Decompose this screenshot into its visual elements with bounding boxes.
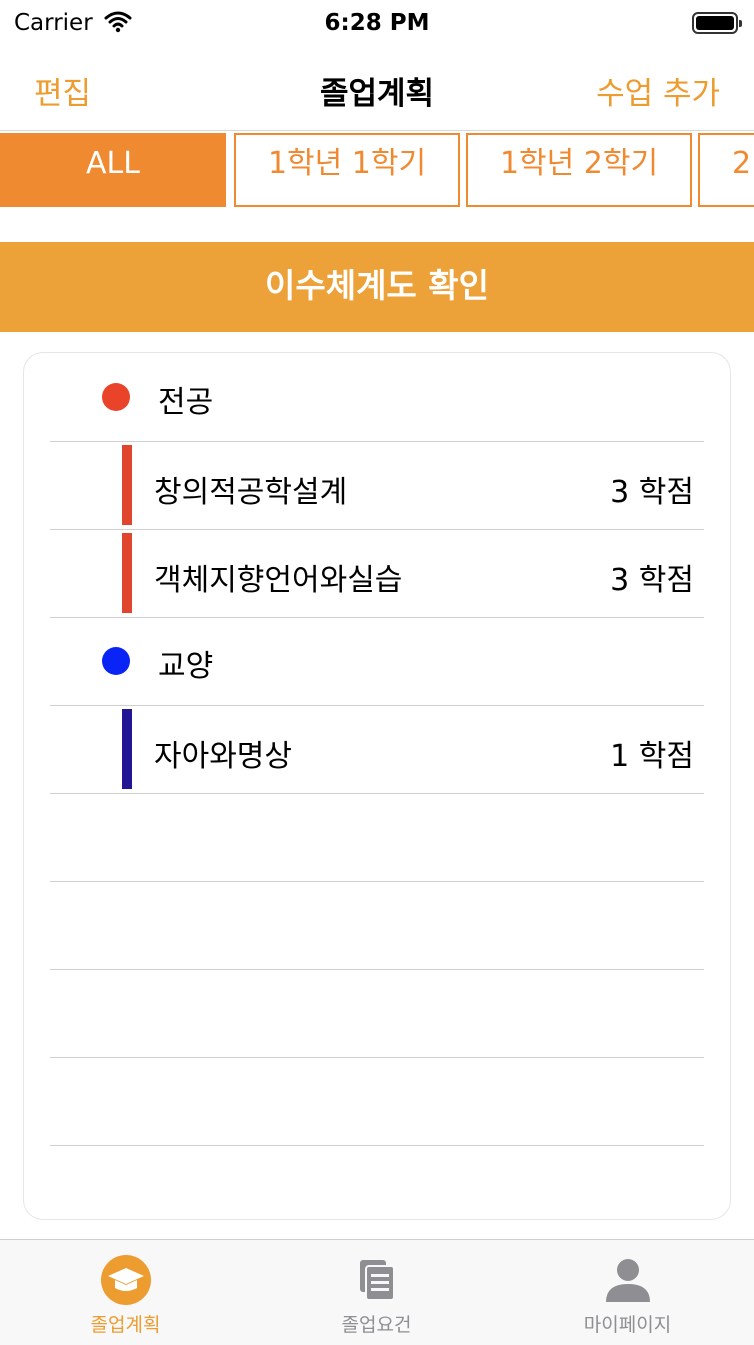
- course-row[interactable]: 창의적공학설계 3 학점: [50, 441, 704, 530]
- course-name: 자아와명상: [154, 739, 292, 774]
- tabbar-item-my-page[interactable]: 마이페이지: [502, 1240, 753, 1345]
- bottom-tab-bar: 졸업계획 졸업요건 마이페이지: [0, 1239, 754, 1345]
- major-dot-icon: [102, 383, 130, 411]
- tab-all[interactable]: ALL: [0, 133, 226, 207]
- semester-tabs: ALL 1학년 1학기 1학년 2학기 2: [0, 130, 754, 209]
- tabbar-label: 졸업요건: [341, 1314, 412, 1336]
- navigation-bar: 편집 졸업계획 수업 추가: [0, 50, 754, 130]
- tabbar-item-graduation-plan[interactable]: 졸업계획: [0, 1240, 251, 1345]
- category-row-general: 교양: [50, 617, 704, 706]
- course-credit: 3 학점: [610, 563, 694, 598]
- category-label-general: 교양: [158, 649, 214, 684]
- tabbar-label: 마이페이지: [583, 1314, 672, 1336]
- tab-year1-sem1[interactable]: 1학년 1학기: [234, 133, 460, 207]
- battery-icon: [692, 12, 742, 34]
- tabbar-label: 졸업계획: [90, 1314, 161, 1336]
- empty-row: [50, 881, 704, 970]
- general-color-bar: [122, 709, 132, 789]
- tab-year1-sem2[interactable]: 1학년 2학기: [466, 133, 692, 207]
- course-row[interactable]: 객체지향언어와실습 3 학점: [50, 529, 704, 618]
- course-name: 객체지향언어와실습: [154, 563, 403, 598]
- tabbar-item-graduation-requirements[interactable]: 졸업요건: [251, 1240, 502, 1345]
- general-dot-icon: [102, 647, 130, 675]
- major-color-bar: [122, 445, 132, 525]
- status-bar: Carrier 6:28 PM: [0, 0, 754, 50]
- tab-year2[interactable]: 2: [698, 133, 754, 207]
- empty-row: [50, 793, 704, 882]
- course-credit: 3 학점: [610, 475, 694, 510]
- category-row-major: 전공: [50, 353, 704, 442]
- course-credit: 1 학점: [610, 739, 694, 774]
- course-plan-card: 전공 창의적공학설계 3 학점 객체지향언어와실습 3 학점 교양 자아와명상 …: [23, 352, 731, 1220]
- add-class-button[interactable]: 수업 추가: [596, 68, 720, 113]
- status-time: 6:28 PM: [324, 10, 430, 36]
- course-name: 창의적공학설계: [154, 475, 348, 510]
- major-color-bar: [122, 533, 132, 613]
- curriculum-check-button[interactable]: 이수체계도 확인: [0, 242, 754, 332]
- documents-icon: [351, 1254, 403, 1306]
- empty-row: [50, 1057, 704, 1146]
- category-label-major: 전공: [158, 385, 214, 420]
- person-icon: [602, 1254, 654, 1306]
- graduation-cap-icon: [100, 1254, 152, 1306]
- empty-row: [50, 969, 704, 1058]
- course-row[interactable]: 자아와명상 1 학점: [50, 705, 704, 794]
